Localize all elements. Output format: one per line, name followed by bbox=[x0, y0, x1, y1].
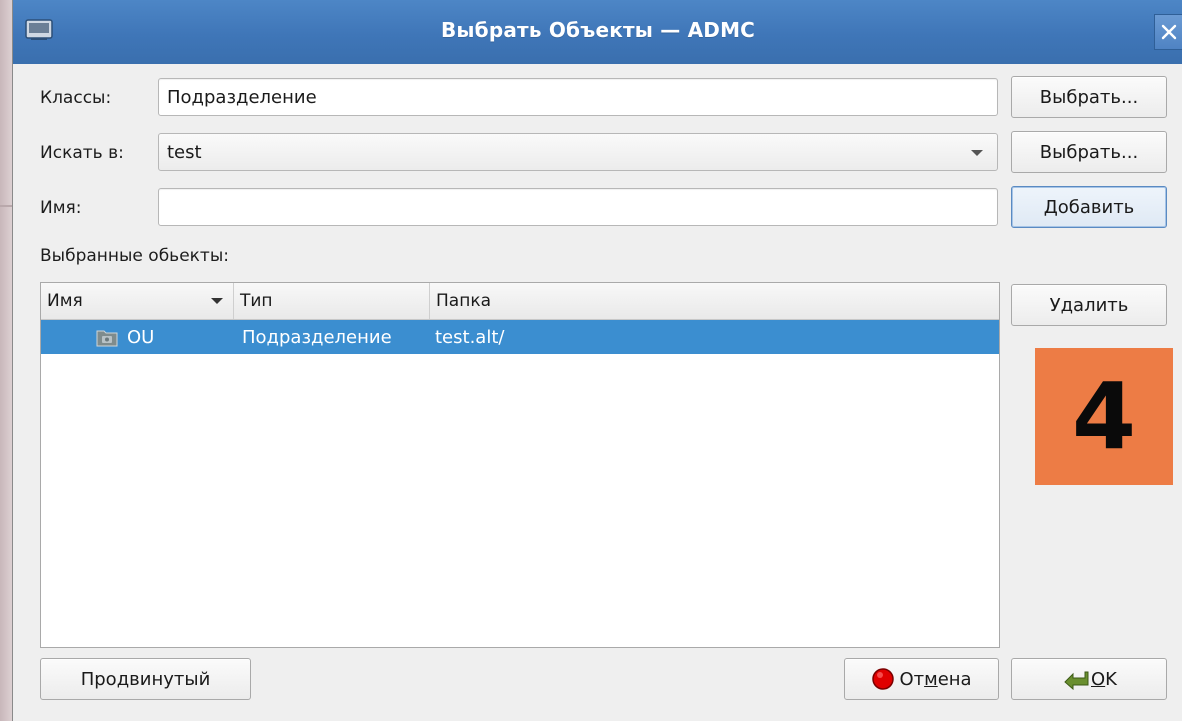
column-header-type-label: Тип bbox=[240, 291, 273, 311]
selected-objects-heading: Выбранные обьекты: bbox=[40, 246, 229, 266]
step-number: 4 bbox=[1071, 363, 1136, 470]
window-title: Выбрать Объекты — ADMC bbox=[440, 18, 756, 42]
delete-button[interactable]: Удалить bbox=[1011, 284, 1167, 326]
column-header-name[interactable]: Имя bbox=[41, 283, 234, 319]
classes-field[interactable]: Подразделение bbox=[158, 78, 998, 116]
ok-arrow-icon bbox=[1064, 671, 1089, 690]
stop-icon bbox=[872, 668, 895, 690]
title-bar[interactable]: Выбрать Объекты — ADMC bbox=[13, 0, 1182, 64]
row-type-cell: Подразделение bbox=[242, 326, 392, 348]
column-header-type[interactable]: Тип bbox=[234, 283, 430, 319]
classes-value: Подразделение bbox=[167, 86, 317, 108]
row-folder-cell: test.alt/ bbox=[435, 326, 505, 348]
name-input[interactable] bbox=[158, 188, 998, 226]
table-row[interactable]: OU Подразделение test.alt/ bbox=[41, 320, 999, 354]
search-in-combo[interactable]: test bbox=[158, 133, 998, 171]
cancel-label-end: ена bbox=[937, 668, 972, 690]
cancel-button[interactable]: От м ена bbox=[844, 658, 999, 700]
cancel-label-mnemonic: м bbox=[924, 668, 938, 690]
close-icon bbox=[1161, 24, 1177, 40]
advanced-button[interactable]: Продвинутый bbox=[40, 658, 251, 700]
search-in-select-button[interactable]: Выбрать... bbox=[1011, 131, 1167, 173]
add-button[interactable]: Добавить bbox=[1011, 186, 1167, 228]
select-objects-dialog: Выбрать Объекты — ADMC Классы: Подраздел… bbox=[12, 0, 1182, 721]
table-header: Имя Тип Папка bbox=[41, 283, 999, 320]
ou-folder-icon bbox=[96, 330, 118, 347]
ok-label-end: K bbox=[1105, 668, 1117, 690]
step-number-badge: 4 bbox=[1035, 348, 1173, 485]
ok-label-mnemonic: O bbox=[1091, 668, 1106, 690]
classes-select-button[interactable]: Выбрать... bbox=[1011, 76, 1167, 118]
row-name-cell: OU bbox=[127, 326, 155, 348]
search-in-value: test bbox=[167, 141, 202, 163]
selected-objects-table[interactable]: Имя Тип Папка OU Подразделение test.alt/ bbox=[40, 282, 1000, 648]
column-header-name-label: Имя bbox=[47, 291, 83, 311]
column-header-folder-label: Папка bbox=[436, 291, 492, 311]
chevron-down-icon bbox=[971, 150, 983, 156]
search-in-label: Искать в: bbox=[40, 143, 124, 163]
desktop-divider bbox=[0, 205, 12, 207]
name-label: Имя: bbox=[40, 198, 82, 218]
cancel-label-start: От bbox=[899, 668, 925, 690]
close-button[interactable] bbox=[1154, 14, 1182, 50]
sort-descending-icon bbox=[211, 298, 223, 304]
classes-label: Классы: bbox=[40, 88, 112, 108]
ok-button[interactable]: OK bbox=[1011, 658, 1167, 700]
desktop-background bbox=[0, 0, 12, 721]
column-header-folder[interactable]: Папка bbox=[430, 283, 999, 319]
